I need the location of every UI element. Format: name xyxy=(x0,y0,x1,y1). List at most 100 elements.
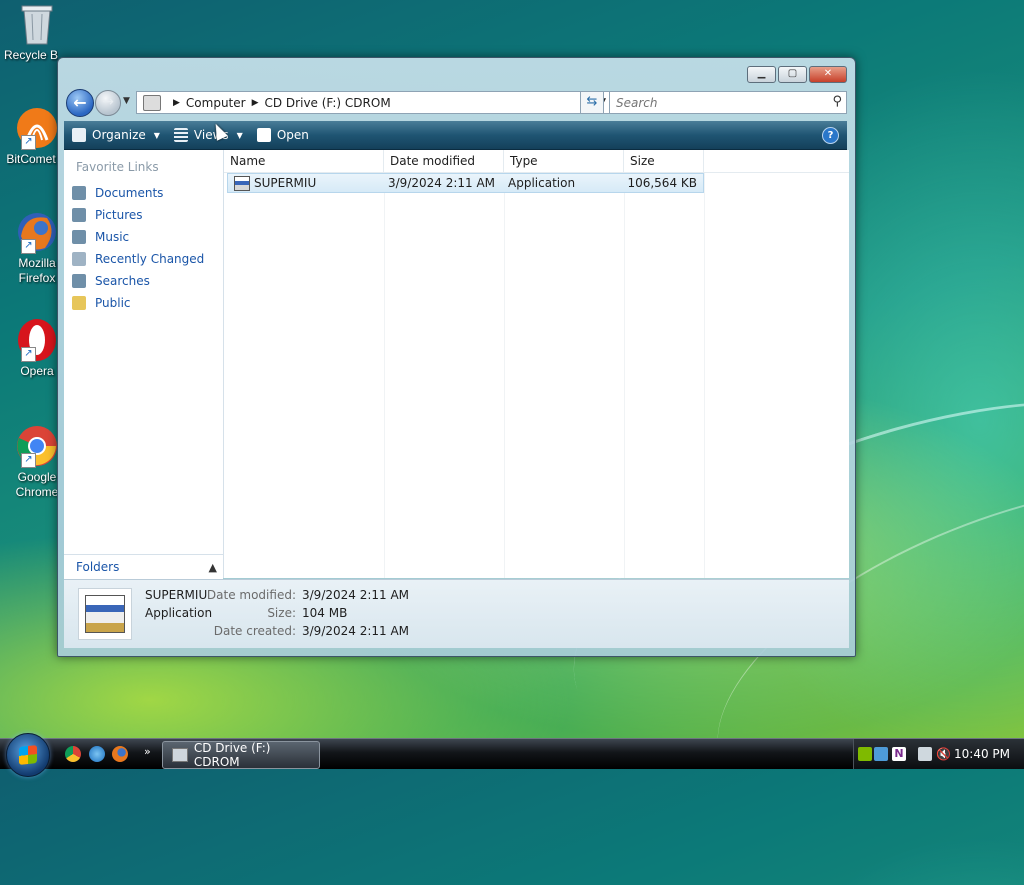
navigation-bar: ← → ▼ ▶ Computer ▶ CD Drive (F:) CDROM ▼… xyxy=(66,89,847,117)
chevron-down-icon: ▼ xyxy=(153,130,160,140)
opera-icon: ↗ xyxy=(15,318,59,362)
column-header-size[interactable]: Size xyxy=(624,150,704,172)
taskbar-button-explorer[interactable]: CD Drive (F:) CDROM xyxy=(162,741,320,769)
details-size-label: Size: xyxy=(267,606,296,620)
breadcrumb-cd-drive[interactable]: CD Drive (F:) CDROM xyxy=(265,96,391,110)
shortcut-arrow-icon: ↗ xyxy=(21,347,36,362)
recently-changed-icon xyxy=(72,252,86,266)
recent-pages-dropdown[interactable]: ▼ xyxy=(123,96,130,106)
column-header-type[interactable]: Type xyxy=(504,150,624,172)
desktop-icon-label: Mozilla Firefox xyxy=(18,256,56,285)
details-file-name: SUPERMIU xyxy=(145,588,208,602)
bitcomet-icon: ↗ xyxy=(15,106,59,150)
shortcut-arrow-icon: ↗ xyxy=(21,453,36,468)
views-icon xyxy=(173,128,188,142)
music-icon xyxy=(72,230,86,244)
windows-logo-icon xyxy=(19,745,37,765)
organize-button[interactable]: Organize ▼ xyxy=(72,128,160,142)
search-input[interactable] xyxy=(614,92,818,113)
file-list: Name Date modified Type Size SUPERMIU 3/… xyxy=(224,150,849,578)
desktop-icon-label: Recycle Bin xyxy=(4,48,58,62)
nav-link-documents[interactable]: Documents xyxy=(64,182,223,204)
breadcrumb-separator-icon[interactable]: ▶ xyxy=(173,98,180,108)
application-large-icon xyxy=(78,588,132,640)
window-controls: ▁ ▢ ✕ xyxy=(747,66,847,83)
column-header-date-modified[interactable]: Date modified xyxy=(384,150,504,172)
details-size: 104 MB xyxy=(302,606,348,620)
folders-toggle[interactable]: Folders ▲ xyxy=(64,554,223,579)
nav-link-public[interactable]: Public xyxy=(64,292,223,314)
command-toolbar: Organize ▼ Views ▼ Open ? xyxy=(64,121,847,150)
nav-link-label: Searches xyxy=(95,274,150,288)
nav-link-label: Documents xyxy=(95,186,164,200)
nav-link-label: Recently Changed xyxy=(95,252,205,266)
network-icon[interactable] xyxy=(918,747,932,761)
column-header-row: Name Date modified Type Size xyxy=(224,150,849,173)
application-file-icon xyxy=(234,176,250,191)
quicklaunch-chrome-icon[interactable] xyxy=(65,746,81,762)
maximize-button[interactable]: ▢ xyxy=(778,66,807,83)
desktop-icon-recycle-bin[interactable]: Recycle Bin xyxy=(4,2,70,63)
address-bar[interactable]: ▶ Computer ▶ CD Drive (F:) CDROM ▼ xyxy=(136,91,611,114)
shortcut-arrow-icon: ↗ xyxy=(21,135,36,150)
public-folder-icon xyxy=(72,296,86,310)
organize-icon xyxy=(72,128,86,142)
help-icon[interactable]: ? xyxy=(822,127,839,144)
nav-link-recently-changed[interactable]: Recently Changed xyxy=(64,248,223,270)
breadcrumb-computer[interactable]: Computer xyxy=(186,96,246,110)
search-icon[interactable]: ⚲ xyxy=(832,94,842,109)
views-button[interactable]: Views ▼ xyxy=(173,128,243,142)
recycle-bin-icon xyxy=(20,2,54,46)
chevron-down-icon: ▼ xyxy=(236,130,243,140)
details-date-created: 3/9/2024 2:11 AM xyxy=(302,624,410,638)
file-size: 106,564 KB xyxy=(627,176,697,190)
navigation-pane: Favorite Links Documents Pictures Music … xyxy=(64,150,224,578)
forward-button[interactable]: → xyxy=(95,90,121,116)
column-header-name[interactable]: Name xyxy=(224,150,384,172)
volume-muted-icon[interactable]: 🔇 xyxy=(936,747,951,761)
onenote-icon[interactable]: N xyxy=(892,747,906,761)
shortcut-arrow-icon: ↗ xyxy=(21,239,36,254)
minimize-button[interactable]: ▁ xyxy=(747,66,776,83)
breadcrumb-separator-icon[interactable]: ▶ xyxy=(252,98,259,108)
details-date-created-label: Date created: xyxy=(213,624,296,638)
firefox-icon: ↗ xyxy=(15,210,59,254)
chrome-icon: ↗ xyxy=(15,424,59,468)
nav-link-music[interactable]: Music xyxy=(64,226,223,248)
cd-drive-icon xyxy=(143,94,161,111)
details-date-modified: 3/9/2024 2:11 AM xyxy=(302,588,410,602)
system-tray: N 🔇 10:40 PM xyxy=(853,739,1024,769)
desktop-icon-label: Google Chrome xyxy=(15,470,59,499)
column-gridlines xyxy=(224,172,849,578)
nav-link-label: Pictures xyxy=(95,208,143,222)
close-button[interactable]: ✕ xyxy=(809,66,847,83)
nav-link-searches[interactable]: Searches xyxy=(64,270,223,292)
nav-link-pictures[interactable]: Pictures xyxy=(64,204,223,226)
folders-label: Folders xyxy=(76,560,120,574)
tray-app-icon[interactable] xyxy=(858,747,872,761)
details-file-type: Application xyxy=(145,606,213,620)
nav-link-label: Music xyxy=(95,230,130,244)
refresh-button[interactable]: ⇆ xyxy=(580,91,604,114)
cd-drive-icon xyxy=(172,748,188,762)
taskbar-button-label: CD Drive (F:) CDROM xyxy=(193,741,271,769)
details-pane: SUPERMIU Application Date modified: 3/9/… xyxy=(64,579,849,648)
taskbar: » CD Drive (F:) CDROM N 🔇 10:40 PM xyxy=(0,733,1024,777)
quicklaunch-firefox-icon[interactable] xyxy=(112,746,128,762)
quicklaunch-ie-icon[interactable] xyxy=(89,746,105,762)
searches-icon xyxy=(72,274,86,288)
start-button[interactable] xyxy=(6,733,50,777)
tray-app-icon[interactable] xyxy=(874,747,888,761)
nav-link-label: Public xyxy=(95,296,131,310)
open-button[interactable]: Open xyxy=(256,128,309,142)
chevron-up-icon: ▲ xyxy=(208,560,217,574)
open-icon xyxy=(256,128,271,142)
search-box[interactable]: ⚲ xyxy=(609,91,847,114)
desktop-icon-label: BitComet xyxy=(6,152,56,166)
quicklaunch-more-button[interactable]: » xyxy=(144,745,151,758)
back-button[interactable]: ← xyxy=(66,89,94,117)
open-label: Open xyxy=(276,128,309,142)
clock[interactable]: 10:40 PM xyxy=(954,747,1010,761)
details-date-modified-label: Date modified: xyxy=(206,588,296,602)
file-row[interactable]: SUPERMIU 3/9/2024 2:11 AM Application 10… xyxy=(227,173,704,193)
